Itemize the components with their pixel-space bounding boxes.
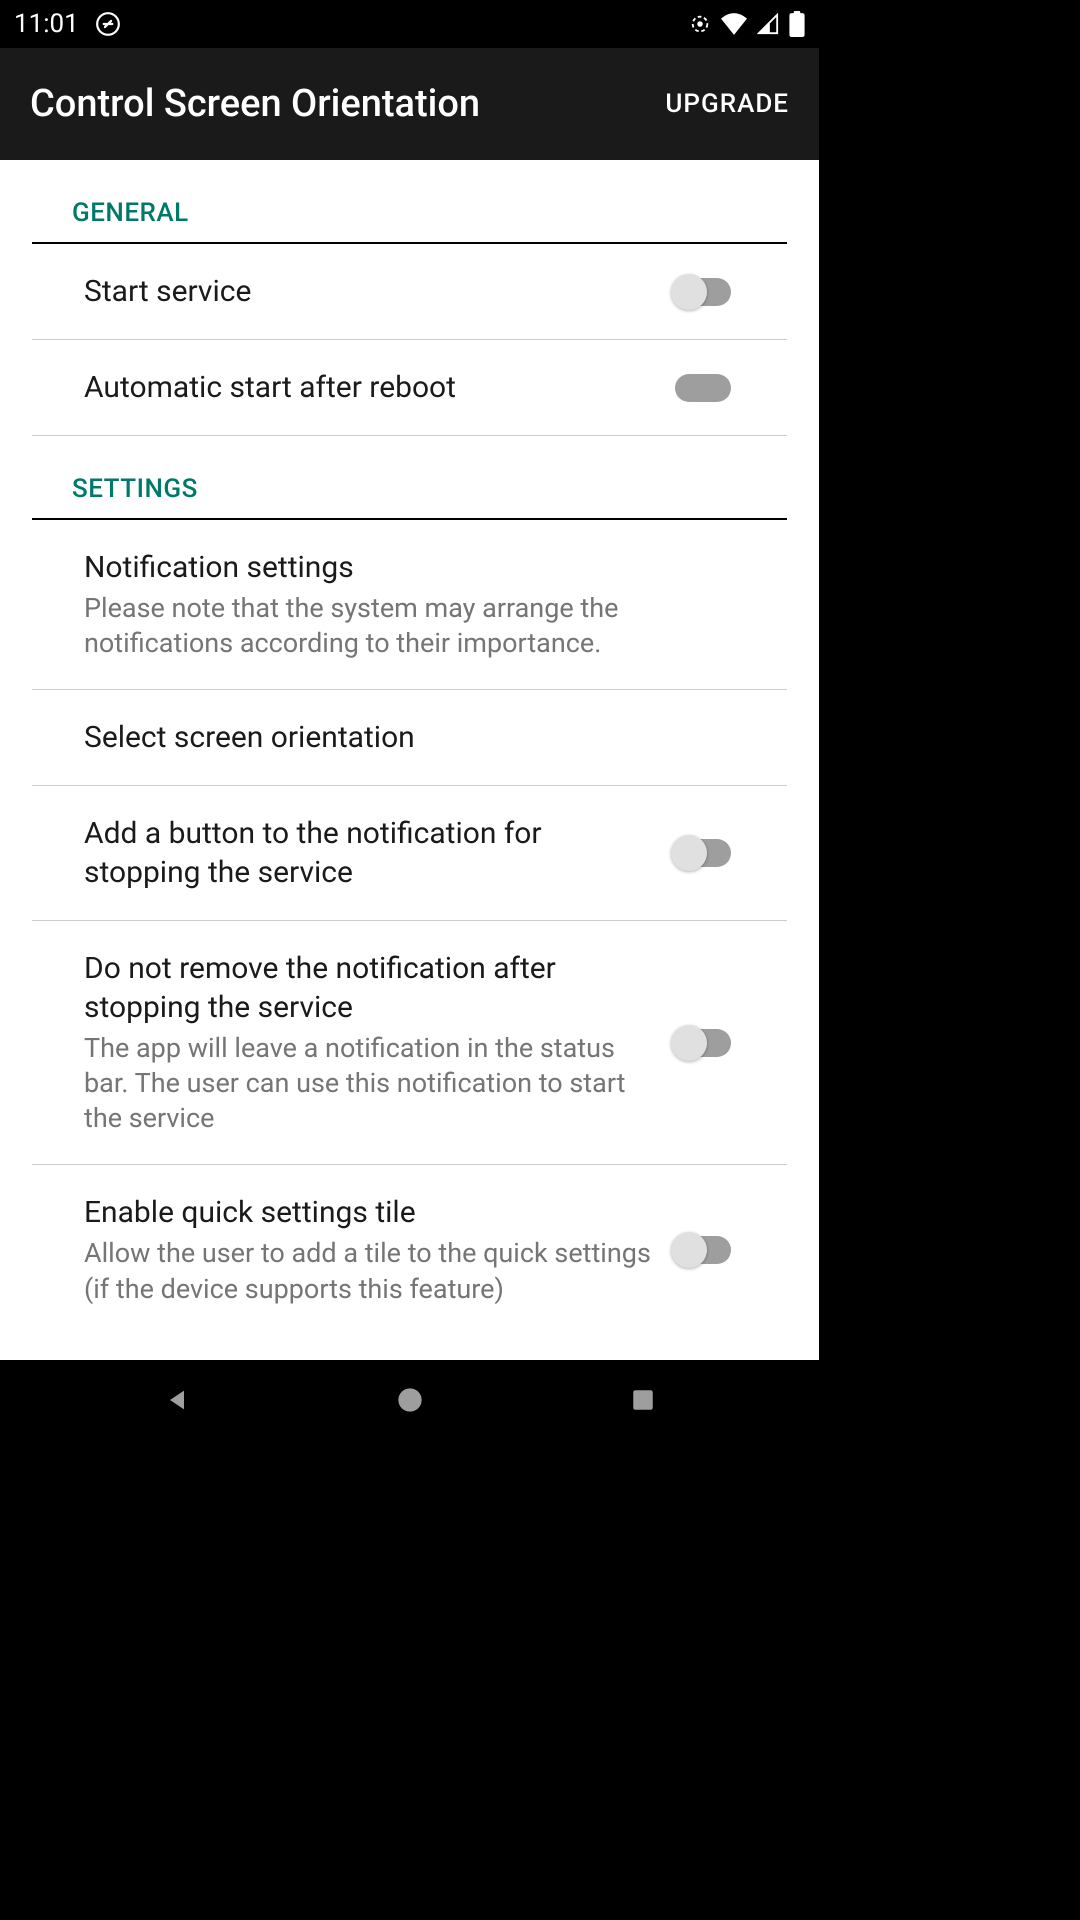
setting-title: Notification settings xyxy=(84,548,715,587)
toggle-thumb xyxy=(671,274,707,310)
setting-text: Start service xyxy=(84,272,675,311)
section-header-general: GENERAL xyxy=(32,160,787,244)
wifi-icon xyxy=(721,13,747,35)
toggle-keep-notification[interactable] xyxy=(675,1029,735,1057)
setting-auto-start[interactable]: Automatic start after reboot xyxy=(32,340,787,436)
setting-text: Automatic start after reboot xyxy=(84,368,675,407)
setting-stop-button[interactable]: Add a button to the notification for sto… xyxy=(32,786,787,921)
setting-title: Enable quick settings tile xyxy=(84,1193,655,1232)
rotation-lock-icon xyxy=(95,11,121,37)
content-area: GENERAL Start service Automatic start af… xyxy=(0,160,819,1360)
toggle-stop-button[interactable] xyxy=(675,839,735,867)
toggle-thumb xyxy=(671,1232,707,1268)
nav-home-button[interactable] xyxy=(390,1380,430,1420)
setting-quick-tile[interactable]: Enable quick settings tile Allow the use… xyxy=(32,1165,787,1334)
signal-icon xyxy=(757,13,779,35)
toggle-thumb xyxy=(671,835,707,871)
refresh-icon xyxy=(689,13,711,35)
nav-recent-button[interactable] xyxy=(623,1380,663,1420)
app-bar: Control Screen Orientation UPGRADE xyxy=(0,48,819,160)
setting-start-service[interactable]: Start service xyxy=(32,244,787,340)
setting-keep-notification[interactable]: Do not remove the notification after sto… xyxy=(32,921,787,1165)
setting-desc: Allow the user to add a tile to the quic… xyxy=(84,1236,655,1306)
setting-text: Select screen orientation xyxy=(84,718,735,757)
setting-text: Do not remove the notification after sto… xyxy=(84,949,675,1136)
battery-icon xyxy=(789,11,805,37)
toggle-thumb xyxy=(671,1025,707,1061)
setting-notification-settings[interactable]: Notification settings Please note that t… xyxy=(32,520,787,690)
app-title: Control Screen Orientation xyxy=(30,82,480,126)
toggle-auto-start[interactable] xyxy=(675,374,735,402)
setting-title: Do not remove the notification after sto… xyxy=(84,949,655,1027)
setting-title: Add a button to the notification for sto… xyxy=(84,814,655,892)
toggle-start-service[interactable] xyxy=(675,278,735,306)
toggle-track xyxy=(675,374,731,402)
setting-title: Automatic start after reboot xyxy=(84,368,655,407)
status-time: 11:01 xyxy=(14,9,79,39)
setting-text: Enable quick settings tile Allow the use… xyxy=(84,1193,675,1306)
toggle-quick-tile[interactable] xyxy=(675,1236,735,1264)
setting-text: Notification settings Please note that t… xyxy=(84,548,735,661)
navigation-bar xyxy=(0,1360,819,1440)
upgrade-button[interactable]: UPGRADE xyxy=(665,89,789,119)
setting-title: Select screen orientation xyxy=(84,718,715,757)
status-right xyxy=(689,11,805,37)
nav-back-button[interactable] xyxy=(157,1380,197,1420)
setting-title: Start service xyxy=(84,272,655,311)
section-header-settings: SETTINGS xyxy=(32,436,787,520)
status-bar: 11:01 xyxy=(0,0,819,48)
setting-desc: The app will leave a notification in the… xyxy=(84,1031,655,1136)
status-left: 11:01 xyxy=(14,9,121,39)
setting-select-orientation[interactable]: Select screen orientation xyxy=(32,690,787,786)
setting-text: Add a button to the notification for sto… xyxy=(84,814,675,892)
setting-desc: Please note that the system may arrange … xyxy=(84,591,715,661)
